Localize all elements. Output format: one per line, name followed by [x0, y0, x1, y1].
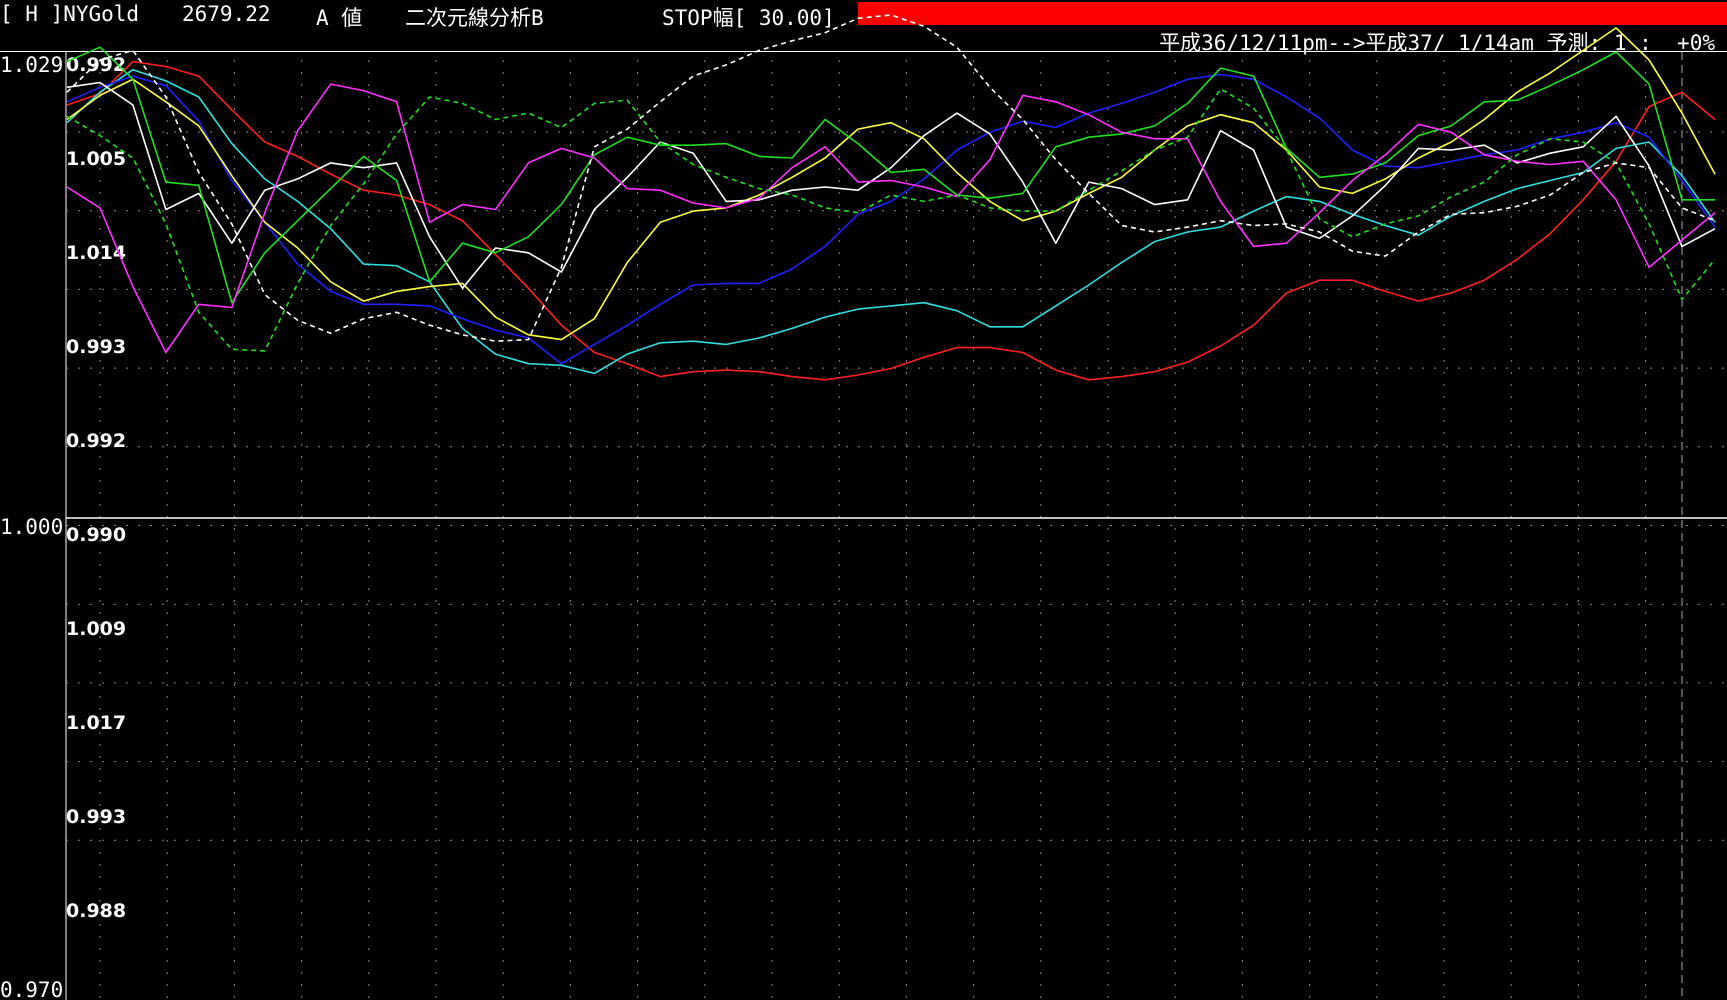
series-value-label: 1.005 [66, 148, 126, 170]
series-value-label: 0.993 [66, 336, 126, 358]
series-line-2 [66, 73, 1716, 365]
series-line-0 [66, 60, 1716, 381]
line-chart: 1.029 1.000 0.970 0.992 1.005 1.014 0.993 0.… [0, 14, 1727, 1000]
series-line-1 [66, 68, 1716, 375]
series-lines [66, 14, 1716, 381]
series-value-label: 0.990 [66, 524, 126, 546]
grid [66, 60, 1727, 1000]
series-line-7 [66, 88, 1716, 352]
series-value-label: 0.993 [66, 806, 126, 828]
series-value-label: 0.992 [66, 430, 126, 452]
y-tick-bottom: 0.970 [0, 978, 63, 1000]
series-line-8 [66, 14, 1716, 343]
y-tick-top: 1.029 [0, 53, 63, 77]
series-value-label: 1.017 [66, 712, 126, 734]
series-value-labels: 0.9921.0051.0140.9930.9920.9901.0091.017… [66, 54, 126, 922]
series-value-label: 0.988 [66, 900, 126, 922]
y-tick-baseline: 1.000 [0, 515, 63, 539]
series-line-3 [66, 27, 1716, 341]
series-value-label: 1.009 [66, 618, 126, 640]
series-value-label: 1.014 [66, 242, 126, 264]
series-line-6 [66, 83, 1716, 354]
